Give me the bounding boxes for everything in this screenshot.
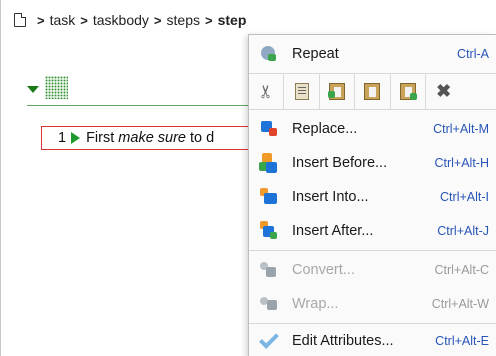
menu-item-insert-into[interactable]: Insert Into... Ctrl+Alt-I bbox=[249, 180, 496, 214]
block-marker-icon[interactable] bbox=[45, 76, 68, 99]
document-icon[interactable] bbox=[14, 13, 26, 27]
convert-icon bbox=[259, 260, 279, 280]
breadcrumb-separator: > bbox=[153, 12, 162, 28]
edit-attributes-icon bbox=[259, 329, 279, 351]
breadcrumb-item-steps[interactable]: steps bbox=[167, 12, 200, 28]
menu-item-label: Edit Attributes... bbox=[292, 333, 394, 349]
menu-divider bbox=[249, 250, 496, 251]
menu-item-label: Replace... bbox=[292, 121, 358, 137]
menu-item-label: Insert Into... bbox=[292, 189, 369, 205]
insert-before-icon bbox=[259, 153, 279, 173]
menu-item-shortcut: Ctrl+Alt-E bbox=[435, 334, 489, 348]
paste-after-button[interactable] bbox=[391, 73, 426, 109]
step-text[interactable]: First make sure to d bbox=[86, 130, 214, 146]
breadcrumb-item-task[interactable]: task bbox=[50, 12, 76, 28]
paste-before-button[interactable] bbox=[320, 73, 356, 109]
menu-item-label: Wrap... bbox=[292, 296, 339, 312]
menu-divider bbox=[249, 109, 496, 110]
menu-item-convert: Convert... Ctrl+Alt-C bbox=[249, 253, 496, 287]
paste-button[interactable] bbox=[355, 73, 391, 109]
step-text-part: to d bbox=[186, 130, 215, 146]
step-text-emphasis: make sure bbox=[118, 130, 186, 146]
copy-button[interactable] bbox=[284, 73, 320, 109]
menu-item-shortcut: Ctrl+Alt-H bbox=[434, 156, 489, 170]
wrap-icon bbox=[259, 294, 279, 314]
copy-icon bbox=[294, 82, 309, 100]
replace-icon bbox=[259, 119, 279, 139]
menu-item-shortcut: Ctrl+Alt-M bbox=[433, 122, 489, 136]
paste-icon bbox=[364, 82, 381, 100]
menu-item-shortcut: Ctrl+Alt-J bbox=[437, 224, 489, 238]
menu-item-wrap: Wrap... Ctrl+Alt-W bbox=[249, 287, 496, 321]
menu-item-insert-before[interactable]: Insert Before... Ctrl+Alt-H bbox=[249, 146, 496, 180]
step-number: 1 bbox=[58, 130, 67, 146]
delete-button[interactable]: ✖ bbox=[426, 73, 461, 109]
breadcrumb-separator: > bbox=[204, 12, 213, 28]
menu-item-edit-attributes[interactable]: Edit Attributes... Ctrl+Alt-E bbox=[249, 324, 496, 356]
delete-icon: ✖ bbox=[436, 80, 452, 101]
menu-item-replace[interactable]: Replace... Ctrl+Alt-M bbox=[249, 112, 496, 146]
collapse-triangle-icon[interactable] bbox=[27, 86, 39, 93]
insert-into-icon bbox=[259, 187, 279, 207]
cut-button[interactable]: ✂ bbox=[249, 73, 285, 109]
menu-item-shortcut: Ctrl+Alt-I bbox=[440, 190, 489, 204]
menu-item-label: Repeat bbox=[292, 46, 339, 62]
menu-item-shortcut: Ctrl+Alt-C bbox=[434, 263, 489, 277]
section-divider bbox=[27, 105, 257, 106]
breadcrumb-separator: > bbox=[80, 12, 88, 28]
paste-before-icon bbox=[327, 82, 345, 100]
menu-item-label: Insert Before... bbox=[292, 155, 388, 171]
insert-after-icon bbox=[259, 221, 279, 241]
context-menu: Repeat Ctrl-A ✂ ✖ Replace... Ctrl+Alt-M … bbox=[248, 34, 496, 356]
menu-item-shortcut: Ctrl-A bbox=[457, 47, 489, 61]
breadcrumb: > task > taskbody > steps > step bbox=[14, 10, 246, 30]
breadcrumb-item-step[interactable]: step bbox=[218, 12, 247, 28]
menu-item-repeat[interactable]: Repeat Ctrl-A bbox=[249, 37, 496, 71]
menu-item-insert-after[interactable]: Insert After... Ctrl+Alt-J bbox=[249, 214, 496, 248]
play-icon bbox=[71, 132, 81, 144]
menu-item-label: Convert... bbox=[292, 262, 355, 278]
step-element[interactable]: 1 First make sure to d bbox=[41, 126, 256, 150]
cut-icon: ✂ bbox=[255, 83, 276, 99]
breadcrumb-separator: > bbox=[37, 12, 45, 28]
paste-after-icon bbox=[399, 82, 417, 100]
repeat-icon bbox=[259, 44, 279, 64]
breadcrumb-item-taskbody[interactable]: taskbody bbox=[93, 12, 149, 28]
menu-item-label: Insert After... bbox=[292, 223, 374, 239]
step-text-part: First bbox=[86, 130, 119, 146]
edit-toolbar: ✂ ✖ bbox=[249, 73, 496, 109]
menu-item-shortcut: Ctrl+Alt-W bbox=[431, 297, 489, 311]
